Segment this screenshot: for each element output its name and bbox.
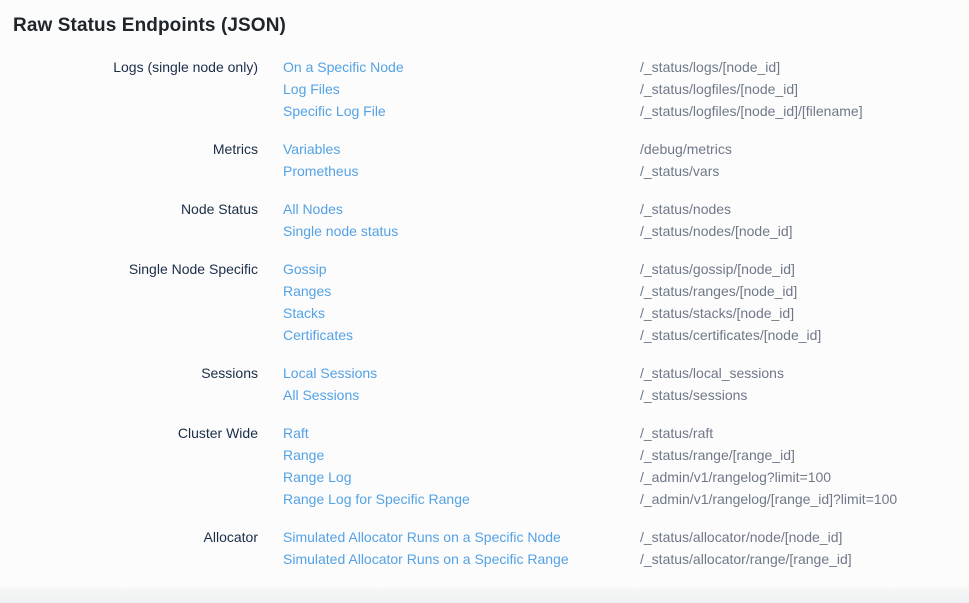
endpoint-path: /_status/local_sessions	[640, 362, 784, 384]
category-label: Node Status	[13, 198, 258, 220]
endpoint-group: Cluster Wide Raft /_status/raft Range /_…	[13, 422, 969, 510]
endpoint-link[interactable]: Gossip	[283, 258, 640, 280]
endpoint-path: /_status/range/[range_id]	[640, 444, 795, 466]
endpoint-path: /_admin/v1/rangelog?limit=100	[640, 466, 831, 488]
endpoint-row: Certificates /_status/certificates/[node…	[283, 324, 969, 346]
endpoint-path: /_status/sessions	[640, 384, 747, 406]
category-label: Single Node Specific	[13, 258, 258, 280]
category-label: Sessions	[13, 362, 258, 384]
endpoint-link[interactable]: Prometheus	[283, 160, 640, 182]
endpoint-link[interactable]: Specific Log File	[283, 100, 640, 122]
endpoint-row: Simulated Allocator Runs on a Specific N…	[283, 526, 969, 548]
endpoint-path: /_status/vars	[640, 160, 719, 182]
endpoint-path: /debug/metrics	[640, 138, 732, 160]
endpoints-page: Raw Status Endpoints (JSON) Logs (single…	[0, 0, 969, 570]
group-rows: Gossip /_status/gossip/[node_id] Ranges …	[283, 258, 969, 346]
endpoint-link[interactable]: On a Specific Node	[283, 56, 640, 78]
endpoint-row: Range /_status/range/[range_id]	[283, 444, 969, 466]
page-title: Raw Status Endpoints (JSON)	[13, 13, 969, 39]
endpoint-link[interactable]: Variables	[283, 138, 640, 160]
endpoint-link[interactable]: Range Log for Specific Range	[283, 488, 640, 510]
endpoint-group: Node Status All Nodes /_status/nodes Sin…	[13, 198, 969, 242]
endpoint-row: All Sessions /_status/sessions	[283, 384, 969, 406]
endpoint-link[interactable]: Range	[283, 444, 640, 466]
group-rows: Local Sessions /_status/local_sessions A…	[283, 362, 969, 406]
endpoint-row: Single node status /_status/nodes/[node_…	[283, 220, 969, 242]
endpoint-path: /_status/allocator/range/[range_id]	[640, 548, 852, 570]
endpoint-path: /_status/certificates/[node_id]	[640, 324, 821, 346]
endpoints-table: Logs (single node only) On a Specific No…	[13, 56, 969, 570]
endpoint-row: Raft /_status/raft	[283, 422, 969, 444]
endpoint-group: Single Node Specific Gossip /_status/gos…	[13, 258, 969, 346]
bottom-band	[0, 587, 969, 603]
endpoint-path: /_status/gossip/[node_id]	[640, 258, 795, 280]
endpoint-row: Specific Log File /_status/logfiles/[nod…	[283, 100, 969, 122]
endpoint-path: /_status/nodes	[640, 198, 731, 220]
endpoint-link[interactable]: Log Files	[283, 78, 640, 100]
endpoint-link[interactable]: Local Sessions	[283, 362, 640, 384]
category-label: Metrics	[13, 138, 258, 160]
endpoint-row: Gossip /_status/gossip/[node_id]	[283, 258, 969, 280]
category-label: Cluster Wide	[13, 422, 258, 444]
endpoint-row: All Nodes /_status/nodes	[283, 198, 969, 220]
endpoint-row: Prometheus /_status/vars	[283, 160, 969, 182]
endpoint-row: Range Log for Specific Range /_admin/v1/…	[283, 488, 969, 510]
endpoint-group: Allocator Simulated Allocator Runs on a …	[13, 526, 969, 570]
endpoint-link[interactable]: Simulated Allocator Runs on a Specific N…	[283, 526, 640, 548]
endpoint-group: Sessions Local Sessions /_status/local_s…	[13, 362, 969, 406]
endpoint-path: /_admin/v1/rangelog/[range_id]?limit=100	[640, 488, 897, 510]
group-rows: Raft /_status/raft Range /_status/range/…	[283, 422, 969, 510]
endpoint-link[interactable]: Ranges	[283, 280, 640, 302]
endpoint-row: Stacks /_status/stacks/[node_id]	[283, 302, 969, 324]
endpoint-path: /_status/stacks/[node_id]	[640, 302, 794, 324]
endpoint-link[interactable]: Single node status	[283, 220, 640, 242]
endpoint-link[interactable]: Raft	[283, 422, 640, 444]
endpoint-row: Range Log /_admin/v1/rangelog?limit=100	[283, 466, 969, 488]
endpoint-path: /_status/logfiles/[node_id]	[640, 78, 798, 100]
endpoint-group: Metrics Variables /debug/metrics Prometh…	[13, 138, 969, 182]
endpoint-link[interactable]: Range Log	[283, 466, 640, 488]
endpoint-path: /_status/nodes/[node_id]	[640, 220, 793, 242]
category-label: Logs (single node only)	[13, 56, 258, 78]
endpoint-link[interactable]: All Nodes	[283, 198, 640, 220]
group-rows: All Nodes /_status/nodes Single node sta…	[283, 198, 969, 242]
group-rows: Variables /debug/metrics Prometheus /_st…	[283, 138, 969, 182]
group-rows: Simulated Allocator Runs on a Specific N…	[283, 526, 969, 570]
endpoint-row: Variables /debug/metrics	[283, 138, 969, 160]
endpoint-row: Ranges /_status/ranges/[node_id]	[283, 280, 969, 302]
endpoint-link[interactable]: All Sessions	[283, 384, 640, 406]
endpoint-path: /_status/logfiles/[node_id]/[filename]	[640, 100, 863, 122]
endpoint-row: Log Files /_status/logfiles/[node_id]	[283, 78, 969, 100]
endpoint-path: /_status/raft	[640, 422, 713, 444]
endpoint-path: /_status/ranges/[node_id]	[640, 280, 797, 302]
group-rows: On a Specific Node /_status/logs/[node_i…	[283, 56, 969, 122]
endpoint-link[interactable]: Simulated Allocator Runs on a Specific R…	[283, 548, 640, 570]
endpoint-path: /_status/logs/[node_id]	[640, 56, 780, 78]
endpoint-path: /_status/allocator/node/[node_id]	[640, 526, 842, 548]
endpoint-link[interactable]: Certificates	[283, 324, 640, 346]
endpoint-row: Simulated Allocator Runs on a Specific R…	[283, 548, 969, 570]
endpoint-link[interactable]: Stacks	[283, 302, 640, 324]
endpoint-row: On a Specific Node /_status/logs/[node_i…	[283, 56, 969, 78]
category-label: Allocator	[13, 526, 258, 548]
endpoint-group: Logs (single node only) On a Specific No…	[13, 56, 969, 122]
endpoint-row: Local Sessions /_status/local_sessions	[283, 362, 969, 384]
